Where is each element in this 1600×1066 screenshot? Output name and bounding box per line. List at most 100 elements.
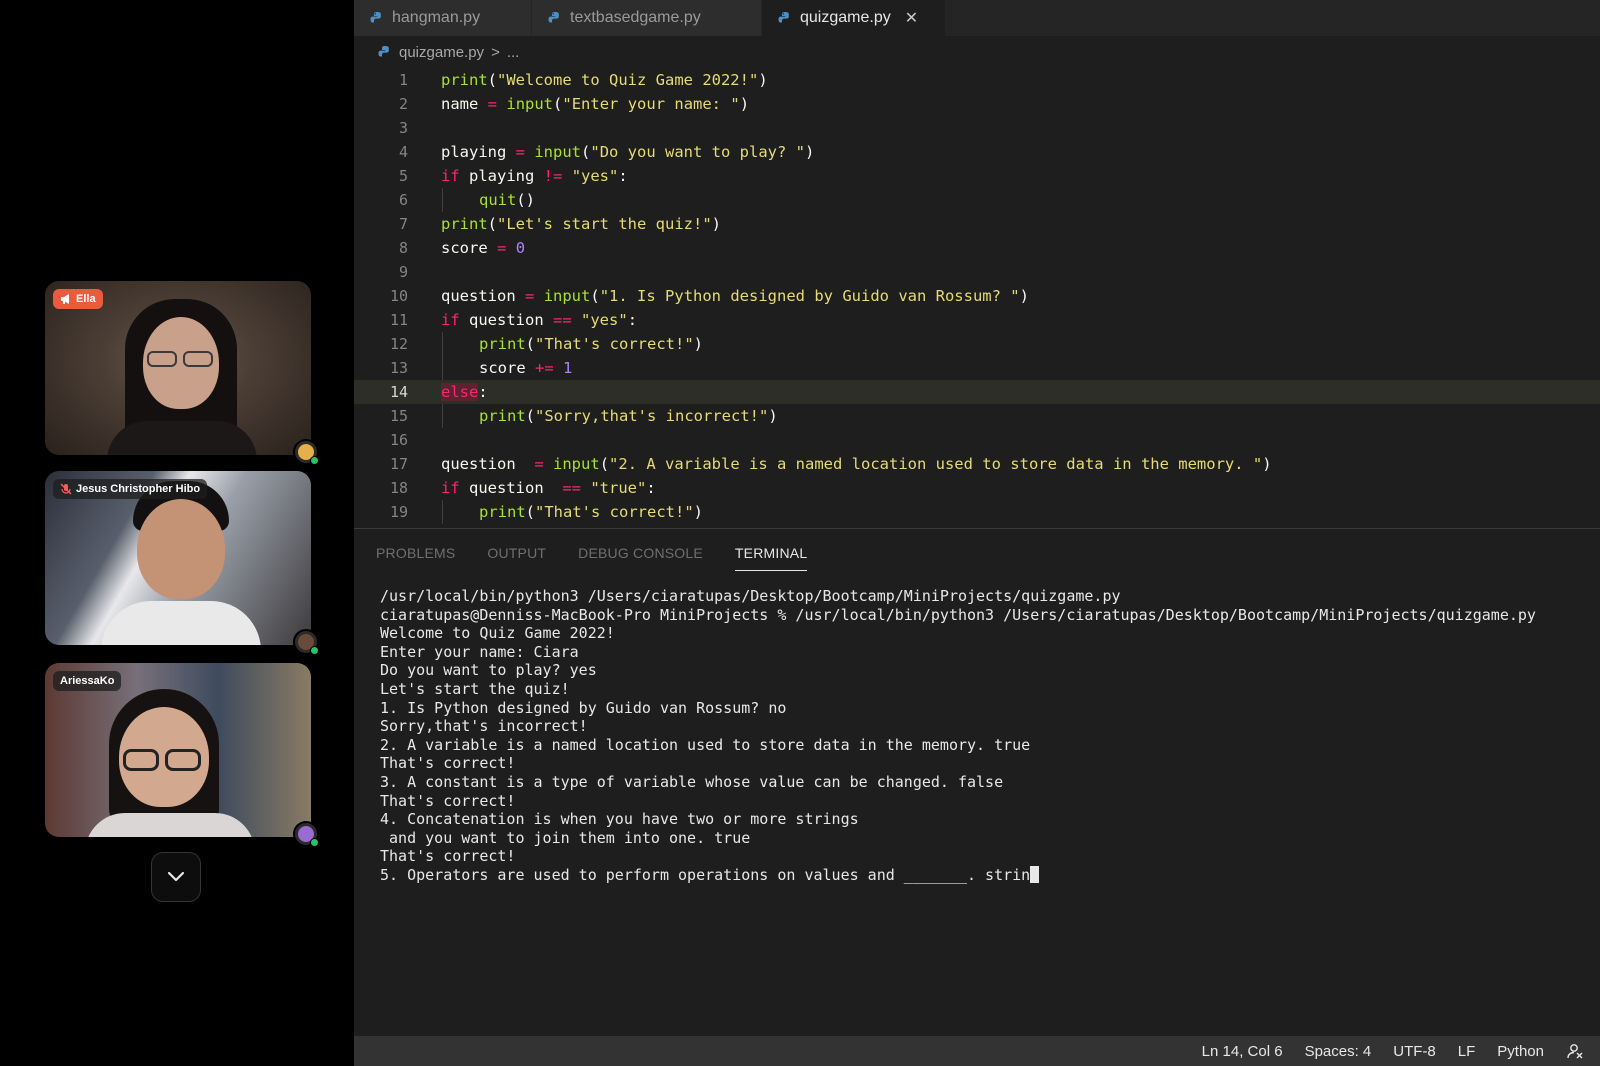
terminal-input-line[interactable]: 5. Operators are used to perform operati…	[380, 865, 1590, 885]
code-line[interactable]: 12 print("That's correct!")	[354, 332, 1600, 356]
code-text: playing = input("Do you want to play? ")	[441, 140, 814, 164]
code-line[interactable]: 11 if question == "yes":	[354, 308, 1600, 332]
terminal-line: 2. A variable is a named location used t…	[380, 735, 1031, 754]
code-token: :	[478, 383, 488, 401]
code-line[interactable]: 10 question = input("1. Is Python designe…	[354, 284, 1600, 308]
breadcrumb-symbols[interactable]: ...	[507, 44, 520, 61]
code-token: ==	[562, 479, 581, 497]
online-status-dot	[310, 838, 319, 847]
line-number: 7	[398, 215, 408, 233]
breadcrumb-file[interactable]: quizgame.py	[399, 44, 484, 61]
code-text: score = 0	[441, 236, 525, 260]
code-editor-window: hangman.py textbasedgame.py quizgame.py …	[354, 0, 1600, 1066]
terminal-line: /usr/local/bin/python3 /Users/ciaratupas…	[380, 587, 1121, 605]
code-text: print("Sorry,that's incorrect!")	[479, 404, 778, 428]
online-status-dot	[310, 456, 319, 465]
tab-output[interactable]: OUTPUT	[487, 541, 546, 571]
code-token: +=	[535, 359, 554, 377]
terminal-output[interactable]: /usr/local/bin/python3 /Users/ciaratupas…	[380, 587, 1590, 885]
code-token: else	[441, 383, 479, 401]
code-line[interactable]: 2 name = input("Enter your name: ")	[354, 92, 1600, 116]
code-token: ==	[553, 311, 572, 329]
participant-tile-ariessako[interactable]: AriessaKo	[45, 663, 319, 847]
indent-guide	[442, 500, 443, 524]
tab-terminal[interactable]: TERMINAL	[734, 541, 808, 571]
close-icon[interactable]: ✕	[905, 8, 918, 28]
tab-textbasedgame[interactable]: textbasedgame.py	[532, 0, 762, 36]
code-token: )	[768, 407, 778, 425]
code-line[interactable]: 9	[354, 260, 1600, 284]
code-token: :	[646, 479, 656, 497]
code-line[interactable]: 18 if question == "true":	[354, 476, 1600, 500]
tab-problems[interactable]: PROBLEMS	[376, 541, 455, 571]
participant-tile-ella[interactable]: Ella	[45, 281, 319, 465]
code-token: =	[497, 239, 507, 257]
code-line[interactable]: 13 score += 1	[354, 356, 1600, 380]
code-line[interactable]: 6 quit()	[354, 188, 1600, 212]
editor-tab-bar: hangman.py textbasedgame.py quizgame.py …	[354, 0, 1600, 36]
python-file-icon	[370, 12, 381, 23]
code-token: :	[618, 167, 628, 185]
code-token: "yes"	[571, 167, 619, 185]
code-line[interactable]: 17 question = input("2. A variable is a n…	[354, 452, 1600, 476]
line-number: 17	[389, 455, 408, 473]
tab-hangman[interactable]: hangman.py	[354, 0, 532, 36]
tab-label: textbasedgame.py	[570, 9, 701, 26]
code-token: question	[441, 455, 535, 473]
tab-label: quizgame.py	[800, 9, 891, 26]
code-line[interactable]: 15 print("Sorry,that's incorrect!")	[354, 404, 1600, 428]
indent-guide	[442, 356, 443, 380]
code-line[interactable]: 4 playing = input("Do you want to play? "…	[354, 140, 1600, 164]
terminal-line: and you want to join them into one. true	[380, 828, 751, 847]
panel-tab-bar: PROBLEMS OUTPUT DEBUG CONSOLE TERMINAL	[376, 541, 808, 571]
code-text: print("Let's start the quiz!")	[441, 212, 721, 236]
participant-tile-jesus-christopher-hibo[interactable]: Jesus Christopher Hibo	[45, 471, 319, 655]
code-text: print("That's correct!")	[479, 500, 703, 524]
code-token: (	[487, 71, 498, 89]
code-token: question	[441, 287, 525, 305]
code-line[interactable]: 3	[354, 116, 1600, 140]
show-more-participants-button[interactable]	[151, 852, 201, 902]
tab-quizgame[interactable]: quizgame.py ✕	[762, 0, 946, 36]
code-text: print("That's correct!")	[479, 332, 703, 356]
code-text-area[interactable]: 1 print("Welcome to Quiz Game 2022!") 2 nam…	[354, 68, 1600, 524]
tab-debug-console[interactable]: DEBUG CONSOLE	[578, 541, 703, 571]
terminal-line: That's correct!	[380, 754, 516, 773]
code-line[interactable]: 8 score = 0	[354, 236, 1600, 260]
feedback-icon[interactable]	[1566, 1042, 1584, 1060]
code-token: print	[479, 407, 526, 425]
indentation-setting[interactable]: Spaces: 4	[1305, 1043, 1372, 1060]
code-token: )	[1019, 287, 1029, 305]
code-token: question	[459, 479, 563, 497]
line-number: 5	[398, 167, 408, 185]
end-of-line-setting[interactable]: LF	[1458, 1043, 1476, 1060]
line-number: 9	[398, 263, 408, 281]
language-mode[interactable]: Python	[1497, 1043, 1544, 1060]
code-token: "That's correct!"	[535, 335, 694, 353]
line-number: 14	[389, 383, 408, 401]
code-token: ()	[516, 191, 535, 209]
code-line[interactable]: 16	[354, 428, 1600, 452]
code-line[interactable]: 1 print("Welcome to Quiz Game 2022!")	[354, 68, 1600, 92]
code-line[interactable]: 5 if playing != "yes":	[354, 164, 1600, 188]
cursor-position[interactable]: Ln 14, Col 6	[1202, 1043, 1283, 1060]
code-token: (	[525, 335, 536, 353]
code-line[interactable]: 19 print("That's correct!")	[354, 500, 1600, 524]
code-line[interactable]: 14 else:	[354, 380, 1600, 404]
code-token: if	[441, 167, 460, 185]
code-token: "Do you want to play? "	[590, 143, 805, 161]
code-token: (	[525, 407, 536, 425]
code-token: score	[479, 359, 535, 377]
participant-name: Ella	[76, 293, 96, 305]
code-line[interactable]: 7 print("Let's start the quiz!")	[354, 212, 1600, 236]
code-token: 1	[563, 359, 573, 377]
python-file-icon	[548, 12, 559, 23]
code-token: 0	[515, 239, 526, 257]
code-token: )	[758, 71, 768, 89]
terminal-input-text: 5. Operators are used to perform operati…	[380, 865, 1031, 884]
file-encoding[interactable]: UTF-8	[1393, 1043, 1436, 1060]
terminal-line: Sorry,that's incorrect!	[380, 717, 588, 736]
code-token: =	[487, 95, 498, 113]
